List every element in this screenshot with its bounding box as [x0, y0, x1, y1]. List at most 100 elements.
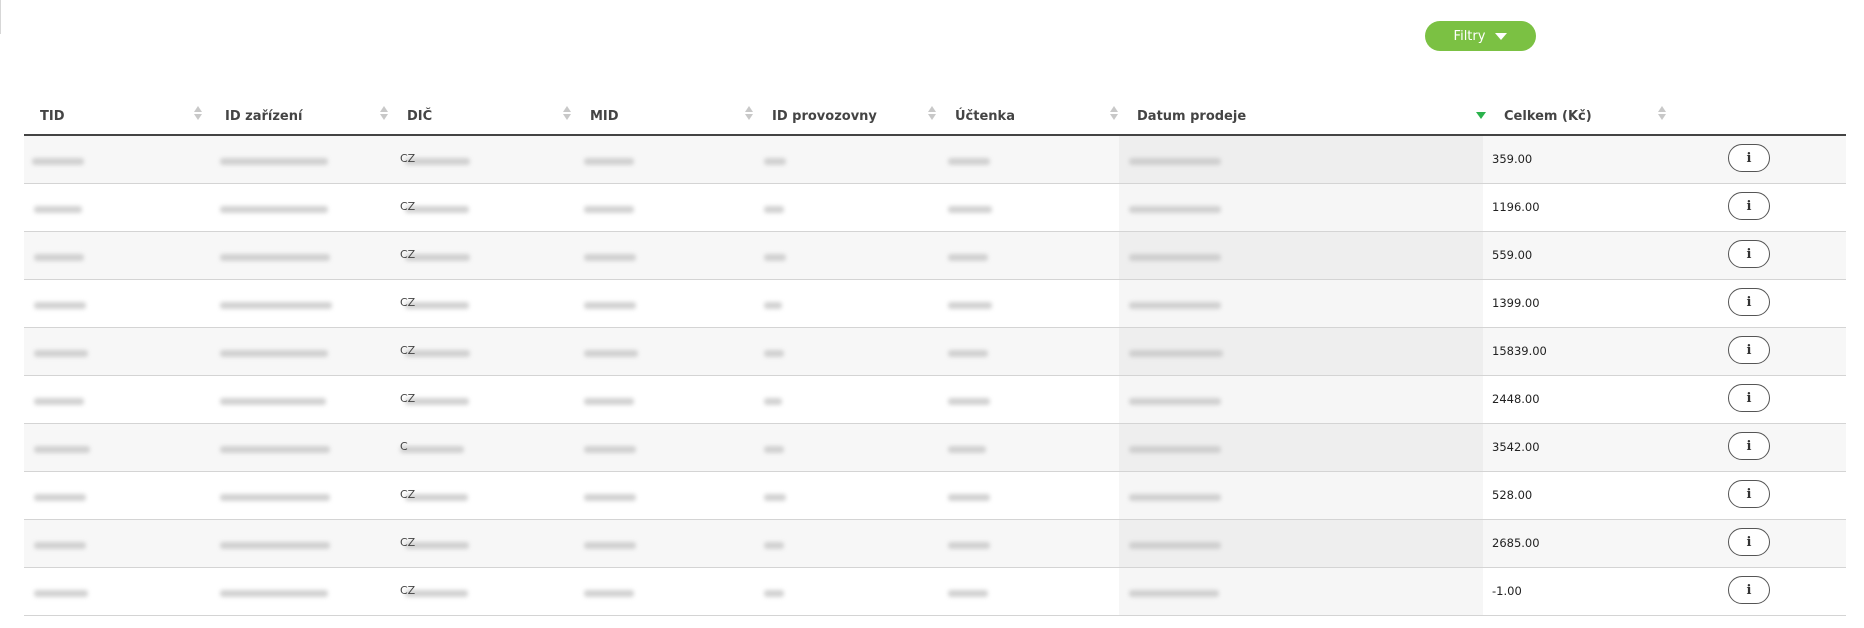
redacted-value-receipt [948, 206, 992, 213]
redacted-value-date [1129, 254, 1221, 261]
filter-button[interactable]: Filtry [1425, 21, 1536, 51]
caret-down-icon [1495, 32, 1508, 40]
total-amount: 2685.00 [1492, 536, 1540, 550]
dic-prefix: CZ [400, 488, 416, 501]
table-row[interactable]: CZ 2448.00 i [24, 376, 1846, 424]
info-icon: i [1746, 486, 1752, 502]
redacted-value-date [1129, 158, 1221, 165]
column-header-shop[interactable]: ID provozovny [756, 98, 939, 134]
table-row[interactable]: CZ 559.00 i [24, 232, 1846, 280]
table-body: CZ 359.00 i CZ 1196.00 i CZ 559.00 i CZ 1399.00 i CZ… [24, 136, 1846, 616]
redacted-value-mid [584, 542, 636, 549]
filter-label: Filtry [1453, 28, 1486, 44]
dic-prefix: CZ [400, 200, 416, 213]
table-row[interactable]: CZ 2685.00 i [24, 520, 1846, 568]
sort-descending-icon[interactable] [1476, 104, 1486, 124]
info-icon: i [1746, 438, 1752, 454]
redacted-value-tid [34, 398, 84, 405]
redacted-value-device [220, 158, 328, 165]
table-row[interactable]: CZ 15839.00 i [24, 328, 1846, 376]
redacted-value-mid [584, 254, 636, 261]
redacted-value-shop [764, 254, 786, 261]
redacted-value-tid [34, 542, 86, 549]
column-label-dic: DIČ [407, 108, 433, 124]
redacted-value-mid [584, 398, 634, 405]
redacted-value-mid [584, 494, 636, 501]
redacted-value-shop [764, 590, 784, 597]
redacted-value-shop [764, 446, 784, 453]
total-amount: 528.00 [1492, 488, 1533, 502]
redacted-value-receipt [948, 446, 986, 453]
total-amount: -1.00 [1492, 584, 1522, 598]
redacted-value-tid [34, 446, 90, 453]
redacted-value-device [220, 302, 332, 309]
sort-icon[interactable] [1109, 104, 1119, 124]
table-row[interactable]: CZ 1399.00 i [24, 280, 1846, 328]
redacted-value-mid [584, 302, 636, 309]
redacted-value-receipt [948, 254, 988, 261]
redacted-value-device [220, 590, 328, 597]
info-button[interactable]: i [1728, 288, 1770, 316]
redacted-value-tid [34, 494, 86, 501]
info-icon: i [1746, 246, 1752, 262]
sort-icon[interactable] [379, 104, 389, 124]
info-button[interactable]: i [1728, 336, 1770, 364]
redacted-value-date [1129, 398, 1221, 405]
dic-prefix: CZ [400, 152, 416, 165]
column-header-date[interactable]: Datum prodeje [1121, 98, 1488, 134]
table-row[interactable]: CZ 528.00 i [24, 472, 1846, 520]
sort-icon[interactable] [744, 104, 754, 124]
redacted-value-receipt [948, 398, 990, 405]
column-header-mid[interactable]: MID [574, 98, 756, 134]
info-button[interactable]: i [1728, 528, 1770, 556]
redacted-value-shop [764, 494, 786, 501]
redacted-value-device [220, 254, 330, 261]
info-button[interactable]: i [1728, 240, 1770, 268]
dic-prefix: CZ [400, 392, 416, 405]
dic-prefix: CZ [400, 248, 416, 261]
column-header-tid[interactable]: TID [24, 98, 205, 134]
redacted-value-date [1129, 446, 1221, 453]
info-button[interactable]: i [1728, 192, 1770, 220]
info-button[interactable]: i [1728, 144, 1770, 172]
dic-prefix: C [400, 440, 408, 453]
redacted-value-tid [34, 350, 88, 357]
column-label-device: ID zařízení [225, 108, 303, 124]
redacted-value-device [220, 542, 330, 549]
total-amount: 1399.00 [1492, 296, 1540, 310]
dic-prefix: CZ [400, 584, 416, 597]
redacted-value-mid [584, 206, 634, 213]
column-header-dic[interactable]: DIČ [391, 98, 574, 134]
window-edge [0, 0, 1, 34]
sort-icon[interactable] [1657, 104, 1667, 124]
info-button[interactable]: i [1728, 384, 1770, 412]
redacted-value-shop [764, 542, 784, 549]
table-row[interactable]: CZ 359.00 i [24, 136, 1846, 184]
column-header-device[interactable]: ID zařízení [209, 98, 391, 134]
table-row[interactable]: C 3542.00 i [24, 424, 1846, 472]
column-header-total[interactable]: Celkem (Kč) [1488, 98, 1669, 134]
dic-prefix: CZ [400, 344, 416, 357]
info-button[interactable]: i [1728, 576, 1770, 604]
redacted-value-shop [764, 302, 782, 309]
redacted-value-date [1129, 206, 1221, 213]
total-amount: 15839.00 [1492, 344, 1547, 358]
redacted-value-mid [584, 158, 634, 165]
receipts-table: TID ID zařízení DIČ MID ID provozovny Účtenka… [24, 98, 1846, 616]
redacted-value-tid [34, 206, 82, 213]
info-icon: i [1746, 150, 1752, 166]
info-button[interactable]: i [1728, 432, 1770, 460]
table-row[interactable]: CZ -1.00 i [24, 568, 1846, 616]
column-header-receipt[interactable]: Účtenka [939, 98, 1121, 134]
sort-icon[interactable] [927, 104, 937, 124]
sort-icon[interactable] [562, 104, 572, 124]
sort-icon[interactable] [193, 104, 203, 124]
redacted-value-tid [34, 254, 84, 261]
total-amount: 2448.00 [1492, 392, 1540, 406]
info-button[interactable]: i [1728, 480, 1770, 508]
redacted-value-mid [584, 590, 634, 597]
redacted-value-device [220, 398, 326, 405]
table-row[interactable]: CZ 1196.00 i [24, 184, 1846, 232]
redacted-value-receipt [948, 542, 990, 549]
redacted-value-shop [764, 350, 784, 357]
